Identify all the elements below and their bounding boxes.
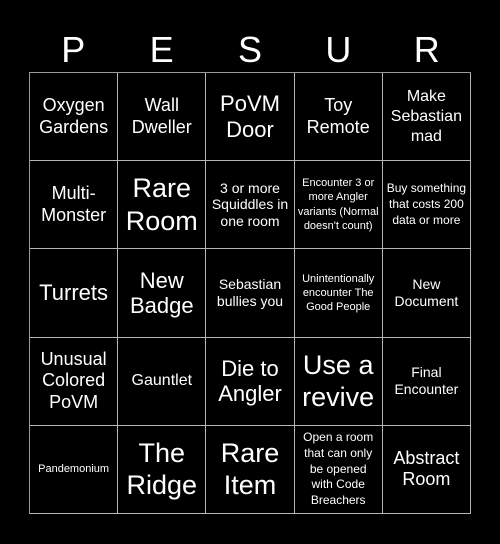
- bingo-cell[interactable]: Abstract Room: [382, 425, 471, 514]
- cell-label: 3 or more Squiddles in one room: [211, 179, 289, 230]
- cell-label: Open a room that can only be opened with…: [303, 430, 374, 507]
- bingo-cell[interactable]: Toy Remote: [294, 73, 383, 162]
- cell-label: Multi-Monster: [41, 183, 107, 225]
- cell-label: Gauntlet: [131, 372, 193, 390]
- bingo-cell[interactable]: Rare Item: [206, 425, 295, 514]
- cell-label: Oxygen Gardens: [39, 95, 109, 137]
- bingo-cell[interactable]: PoVM Door: [206, 73, 295, 162]
- header-letter-r: R: [413, 29, 440, 70]
- bingo-cell[interactable]: Turrets: [30, 249, 119, 338]
- cell-label: Final Encounter: [394, 364, 459, 398]
- bingo-cell[interactable]: Make Sebastian mad: [382, 73, 471, 162]
- bingo-cell[interactable]: Rare Room: [118, 161, 207, 250]
- cell-label: Make Sebastian mad: [390, 87, 462, 145]
- cell-label: Sebastian bullies you: [216, 276, 284, 309]
- cell-label: Buy something that costs 200 data or mor…: [386, 181, 467, 227]
- cell-label: Die to Angler: [218, 355, 282, 407]
- bingo-cell[interactable]: Wall Dweller: [118, 73, 207, 162]
- bingo-cell[interactable]: Sebastian bullies you: [206, 249, 295, 338]
- cell-label: Rare Item: [220, 438, 280, 501]
- bingo-cell[interactable]: Gauntlet: [118, 337, 207, 426]
- cell-label: New Document: [394, 276, 459, 309]
- bingo-cell[interactable]: Use a revive: [294, 337, 383, 426]
- cell-label: Pandemonium: [38, 463, 110, 476]
- header-letter-s: S: [237, 29, 262, 70]
- cell-label: New Badge: [129, 267, 194, 318]
- cell-label: Unintentionally encounter The Good Peopl…: [302, 272, 375, 314]
- header-letter-p: P: [61, 29, 86, 70]
- bingo-cell[interactable]: Pandemonium: [30, 425, 119, 514]
- bingo-cell[interactable]: Encounter 3 or more Angler variants (Nor…: [294, 161, 383, 250]
- cell-label: Unusual Colored PoVM: [40, 348, 107, 412]
- bingo-cell[interactable]: Oxygen Gardens: [30, 73, 119, 162]
- bingo-cell[interactable]: Final Encounter: [382, 337, 471, 426]
- cell-label: Use a revive: [302, 349, 375, 413]
- bingo-cell[interactable]: Open a room that can only be opened with…: [294, 425, 383, 514]
- cell-label: Turrets: [39, 280, 109, 306]
- bingo-header: P E S U R: [29, 28, 471, 72]
- bingo-cell[interactable]: Unintentionally encounter The Good Peopl…: [294, 249, 383, 338]
- bingo-board: Oxygen Gardens Wall Dweller PoVM Door To…: [29, 72, 471, 514]
- cell-label: Toy Remote: [306, 95, 370, 137]
- cell-label: Rare Room: [125, 173, 198, 236]
- cell-label: The Ridge: [126, 438, 198, 501]
- header-letter-u: U: [325, 29, 352, 70]
- bingo-cell[interactable]: New Document: [382, 249, 471, 338]
- header-letter-e: E: [149, 29, 174, 70]
- cell-label: Wall Dweller: [131, 95, 192, 137]
- cell-label: Encounter 3 or more Angler variants (Nor…: [297, 177, 379, 233]
- bingo-cell[interactable]: 3 or more Squiddles in one room: [206, 161, 295, 250]
- bingo-cell[interactable]: Multi-Monster: [30, 161, 119, 250]
- bingo-cell[interactable]: The Ridge: [118, 425, 207, 514]
- cell-label: PoVM Door: [220, 91, 280, 142]
- bingo-cell[interactable]: New Badge: [118, 249, 207, 338]
- cell-label: Abstract Room: [393, 447, 460, 490]
- bingo-cell[interactable]: Buy something that costs 200 data or mor…: [382, 161, 471, 250]
- bingo-cell[interactable]: Unusual Colored PoVM: [30, 337, 119, 426]
- bingo-cell[interactable]: Die to Angler: [206, 337, 295, 426]
